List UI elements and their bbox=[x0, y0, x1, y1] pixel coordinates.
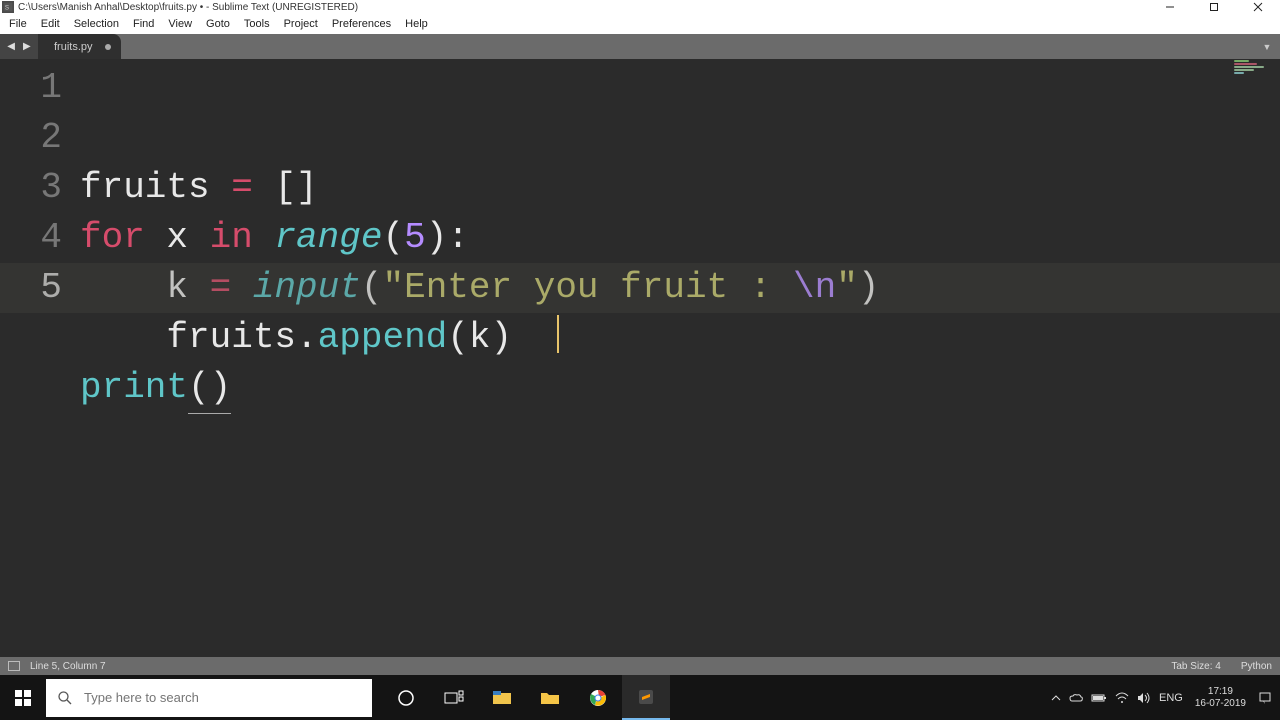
code-token: for bbox=[80, 217, 145, 258]
task-view-icon[interactable] bbox=[430, 675, 478, 720]
code-token: ( bbox=[382, 217, 404, 258]
volume-icon[interactable] bbox=[1137, 692, 1151, 704]
status-bar: Line 5, Column 7 Tab Size: 4 Python bbox=[0, 657, 1280, 675]
sublime-text-icon[interactable] bbox=[622, 675, 670, 720]
menu-edit[interactable]: Edit bbox=[34, 18, 67, 30]
editor-area[interactable]: 1 2 3 4 5 fruits = [] for x in range(5):… bbox=[0, 59, 1280, 657]
sidebar-toggle-icon[interactable] bbox=[8, 661, 20, 671]
taskbar-search[interactable] bbox=[46, 679, 372, 717]
tray-chevron-up-icon[interactable] bbox=[1051, 693, 1061, 703]
minimap-line bbox=[1234, 72, 1244, 74]
tab-nav-arrows[interactable]: ◀▶ bbox=[0, 34, 38, 59]
wifi-icon[interactable] bbox=[1115, 692, 1129, 704]
menu-preferences[interactable]: Preferences bbox=[325, 18, 398, 30]
menu-file[interactable]: File bbox=[2, 18, 34, 30]
menu-project[interactable]: Project bbox=[277, 18, 325, 30]
menu-view[interactable]: View bbox=[161, 18, 199, 30]
line-number: 3 bbox=[0, 163, 62, 213]
window-controls bbox=[1148, 0, 1280, 14]
minimize-button[interactable] bbox=[1148, 0, 1192, 14]
tray-date: 16-07-2019 bbox=[1195, 698, 1246, 710]
tab-fruits[interactable]: fruits.py bbox=[38, 34, 121, 59]
code-token: ): bbox=[426, 217, 469, 258]
taskbar-apps bbox=[382, 675, 670, 720]
minimap-line bbox=[1234, 66, 1264, 68]
code-token: (k) bbox=[447, 317, 512, 358]
code-token: 5 bbox=[404, 217, 426, 258]
line-number: 4 bbox=[0, 213, 62, 263]
menu-tools[interactable]: Tools bbox=[237, 18, 277, 30]
tray-datetime[interactable]: 17:19 16-07-2019 bbox=[1191, 686, 1250, 710]
search-input[interactable] bbox=[84, 690, 372, 705]
close-button[interactable] bbox=[1236, 0, 1280, 14]
onedrive-icon[interactable] bbox=[1069, 693, 1083, 703]
tray-time: 17:19 bbox=[1195, 686, 1246, 698]
code-token: in bbox=[210, 217, 253, 258]
menu-bar: File Edit Selection Find View Goto Tools… bbox=[0, 14, 1280, 34]
menu-selection[interactable]: Selection bbox=[67, 18, 126, 30]
code-token: append bbox=[318, 317, 448, 358]
minimap[interactable] bbox=[1230, 59, 1280, 79]
tab-overflow-dropdown[interactable]: ▼ bbox=[1258, 34, 1276, 59]
svg-text:S: S bbox=[5, 5, 9, 12]
nav-fwd-icon[interactable]: ▶ bbox=[21, 41, 33, 52]
windows-taskbar: ENG 17:19 16-07-2019 bbox=[0, 675, 1280, 720]
text-cursor-icon bbox=[557, 315, 559, 353]
search-icon bbox=[46, 690, 84, 706]
dirty-indicator-icon bbox=[105, 44, 111, 50]
tab-label: fruits.py bbox=[54, 41, 93, 53]
code-content[interactable]: fruits = [] for x in range(5): k = input… bbox=[80, 59, 1280, 657]
code-token bbox=[253, 217, 275, 258]
status-tabsize[interactable]: Tab Size: 4 bbox=[1171, 661, 1220, 672]
window-title: C:\Users\Manish Anhal\Desktop\fruits.py … bbox=[18, 2, 358, 13]
menu-find[interactable]: Find bbox=[126, 18, 161, 30]
code-token: range bbox=[274, 217, 382, 258]
menu-help[interactable]: Help bbox=[398, 18, 435, 30]
chrome-icon[interactable] bbox=[574, 675, 622, 720]
start-button[interactable] bbox=[0, 675, 46, 720]
nav-back-icon[interactable]: ◀ bbox=[5, 41, 17, 52]
active-line-highlight bbox=[0, 263, 1280, 313]
app-icon: S bbox=[2, 1, 14, 13]
status-position[interactable]: Line 5, Column 7 bbox=[30, 661, 106, 672]
code-token: fruits bbox=[80, 317, 296, 358]
folder-icon[interactable] bbox=[526, 675, 574, 720]
battery-icon[interactable] bbox=[1091, 693, 1107, 703]
cortana-icon[interactable] bbox=[382, 675, 430, 720]
code-token: = bbox=[231, 167, 253, 208]
tab-strip: ◀▶ fruits.py ▼ bbox=[0, 34, 1280, 59]
menu-goto[interactable]: Goto bbox=[199, 18, 237, 30]
code-token: x bbox=[145, 217, 210, 258]
code-token: () bbox=[188, 363, 231, 414]
minimap-line bbox=[1234, 69, 1254, 71]
line-number: 2 bbox=[0, 113, 62, 163]
code-token: [] bbox=[253, 167, 318, 208]
file-explorer-icon[interactable] bbox=[478, 675, 526, 720]
line-number: 1 bbox=[0, 63, 62, 113]
notifications-icon[interactable] bbox=[1258, 691, 1272, 705]
language-indicator[interactable]: ENG bbox=[1159, 692, 1183, 704]
code-token: . bbox=[296, 317, 318, 358]
code-token: print bbox=[80, 367, 188, 408]
system-tray: ENG 17:19 16-07-2019 bbox=[1051, 675, 1280, 720]
minimap-line bbox=[1234, 63, 1257, 65]
code-token: fruits bbox=[80, 167, 231, 208]
status-language[interactable]: Python bbox=[1241, 661, 1272, 672]
maximize-button[interactable] bbox=[1192, 0, 1236, 14]
minimap-line bbox=[1234, 60, 1249, 62]
line-number-gutter: 1 2 3 4 5 bbox=[0, 59, 80, 657]
window-title-bar: S C:\Users\Manish Anhal\Desktop\fruits.p… bbox=[0, 0, 1280, 14]
